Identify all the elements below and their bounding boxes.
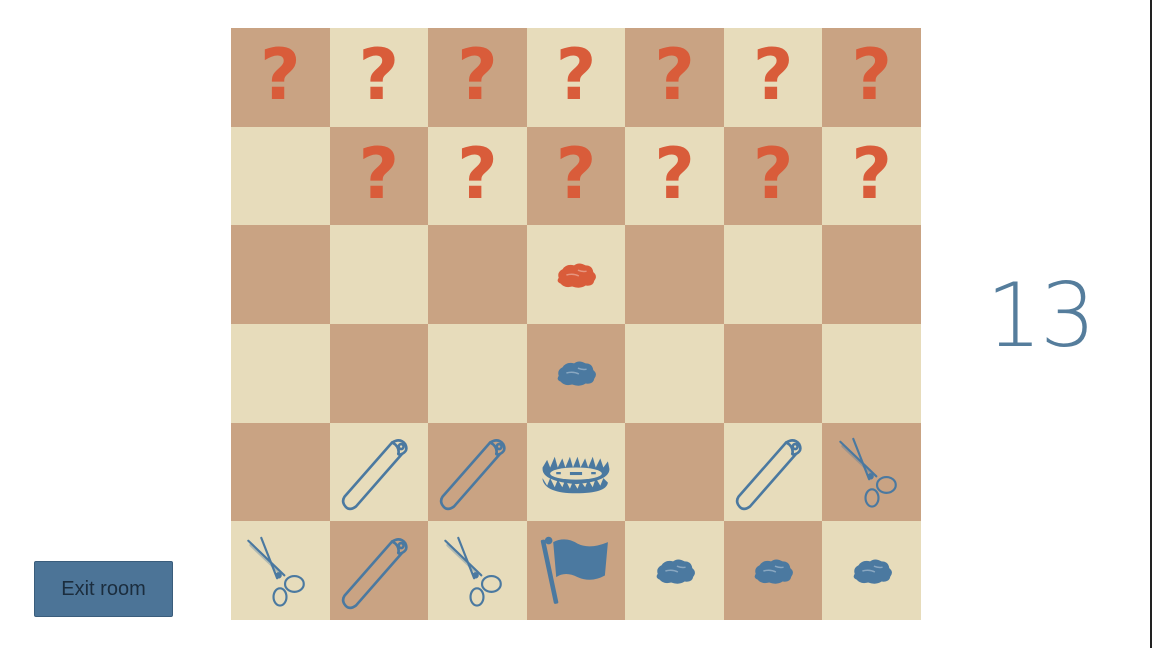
board-cell-r4-c4[interactable] — [625, 422, 724, 522]
board-cell-r0-c6[interactable]: ? — [822, 28, 921, 127]
board-cell-r3-c6[interactable] — [822, 323, 921, 423]
hidden-piece-icon[interactable]: ? — [457, 139, 498, 209]
board-cell-r5-c0[interactable] — [231, 521, 330, 620]
board-cell-r1-c6[interactable]: ? — [822, 126, 921, 226]
hidden-piece-icon[interactable]: ? — [556, 139, 597, 209]
board-cell-r3-c0[interactable] — [231, 323, 330, 423]
paper-icon[interactable] — [338, 530, 420, 612]
board-cell-r1-c4[interactable]: ? — [625, 126, 724, 226]
board-cell-r1-c2[interactable]: ? — [428, 126, 527, 226]
rock-icon[interactable] — [848, 547, 896, 595]
board-cell-r2-c6[interactable] — [822, 225, 921, 324]
board-cell-r3-c4[interactable] — [625, 323, 724, 423]
board-cell-r5-c5[interactable] — [723, 521, 823, 620]
board-cell-r2-c2[interactable] — [428, 225, 527, 324]
hidden-piece-icon[interactable]: ? — [654, 40, 695, 110]
board-cell-r3-c3[interactable] — [526, 323, 626, 423]
board-cell-r0-c4[interactable]: ? — [625, 28, 724, 127]
board-cell-r1-c0[interactable] — [231, 126, 330, 226]
hidden-piece-icon[interactable]: ? — [359, 40, 400, 110]
trap-icon[interactable] — [538, 434, 614, 510]
rock-icon[interactable] — [552, 349, 600, 397]
hidden-piece-icon[interactable]: ? — [851, 139, 892, 209]
board-cell-r2-c0[interactable] — [231, 225, 330, 324]
paper-icon[interactable] — [436, 431, 518, 513]
flag-icon[interactable] — [538, 533, 614, 609]
rock-icon[interactable] — [552, 251, 600, 299]
board-cell-r1-c3[interactable]: ? — [526, 126, 626, 226]
rock-icon[interactable] — [749, 547, 797, 595]
window-edge — [1150, 0, 1152, 648]
board-cell-r1-c5[interactable]: ? — [723, 126, 823, 226]
scissors-icon[interactable] — [441, 535, 513, 607]
board-cell-r4-c2[interactable] — [428, 422, 527, 522]
board-cell-r4-c5[interactable] — [723, 422, 823, 522]
hidden-piece-icon[interactable]: ? — [654, 139, 695, 209]
board-cell-r0-c5[interactable]: ? — [723, 28, 823, 127]
board-cell-r0-c0[interactable]: ? — [231, 28, 330, 127]
board-cell-r4-c1[interactable] — [329, 422, 429, 522]
paper-icon[interactable] — [338, 431, 420, 513]
board-cell-r3-c2[interactable] — [428, 323, 527, 423]
board-cell-r0-c1[interactable]: ? — [329, 28, 429, 127]
exit-room-button[interactable]: Exit room — [34, 561, 173, 617]
board-cell-r5-c3[interactable] — [526, 521, 626, 620]
hidden-piece-icon[interactable]: ? — [851, 40, 892, 110]
scissors-icon[interactable] — [836, 436, 908, 508]
board-cell-r3-c5[interactable] — [723, 323, 823, 423]
board-cell-r5-c4[interactable] — [625, 521, 724, 620]
board-cell-r4-c3[interactable] — [526, 422, 626, 522]
board-cell-r1-c1[interactable]: ? — [329, 126, 429, 226]
board-cell-r0-c2[interactable]: ? — [428, 28, 527, 127]
board-cell-r0-c3[interactable]: ? — [526, 28, 626, 127]
board-cell-r5-c6[interactable] — [822, 521, 921, 620]
board-cell-r2-c1[interactable] — [329, 225, 429, 324]
hidden-piece-icon[interactable]: ? — [753, 139, 794, 209]
board-cell-r5-c1[interactable] — [329, 521, 429, 620]
board-cell-r5-c2[interactable] — [428, 521, 527, 620]
hidden-piece-icon[interactable]: ? — [753, 40, 794, 110]
board-cell-r4-c0[interactable] — [231, 422, 330, 522]
scissors-icon[interactable] — [244, 535, 316, 607]
paper-icon[interactable] — [732, 431, 814, 513]
game-board: ????????????? — [231, 28, 921, 620]
hidden-piece-icon[interactable]: ? — [260, 40, 301, 110]
board-cell-r2-c3[interactable] — [526, 225, 626, 324]
hidden-piece-icon[interactable]: ? — [457, 40, 498, 110]
turn-counter: 13 — [986, 264, 1096, 367]
board-cell-r3-c1[interactable] — [329, 323, 429, 423]
rock-icon[interactable] — [651, 547, 699, 595]
hidden-piece-icon[interactable]: ? — [556, 40, 597, 110]
board-cell-r4-c6[interactable] — [822, 422, 921, 522]
board-cell-r2-c4[interactable] — [625, 225, 724, 324]
board-cell-r2-c5[interactable] — [723, 225, 823, 324]
hidden-piece-icon[interactable]: ? — [359, 139, 400, 209]
